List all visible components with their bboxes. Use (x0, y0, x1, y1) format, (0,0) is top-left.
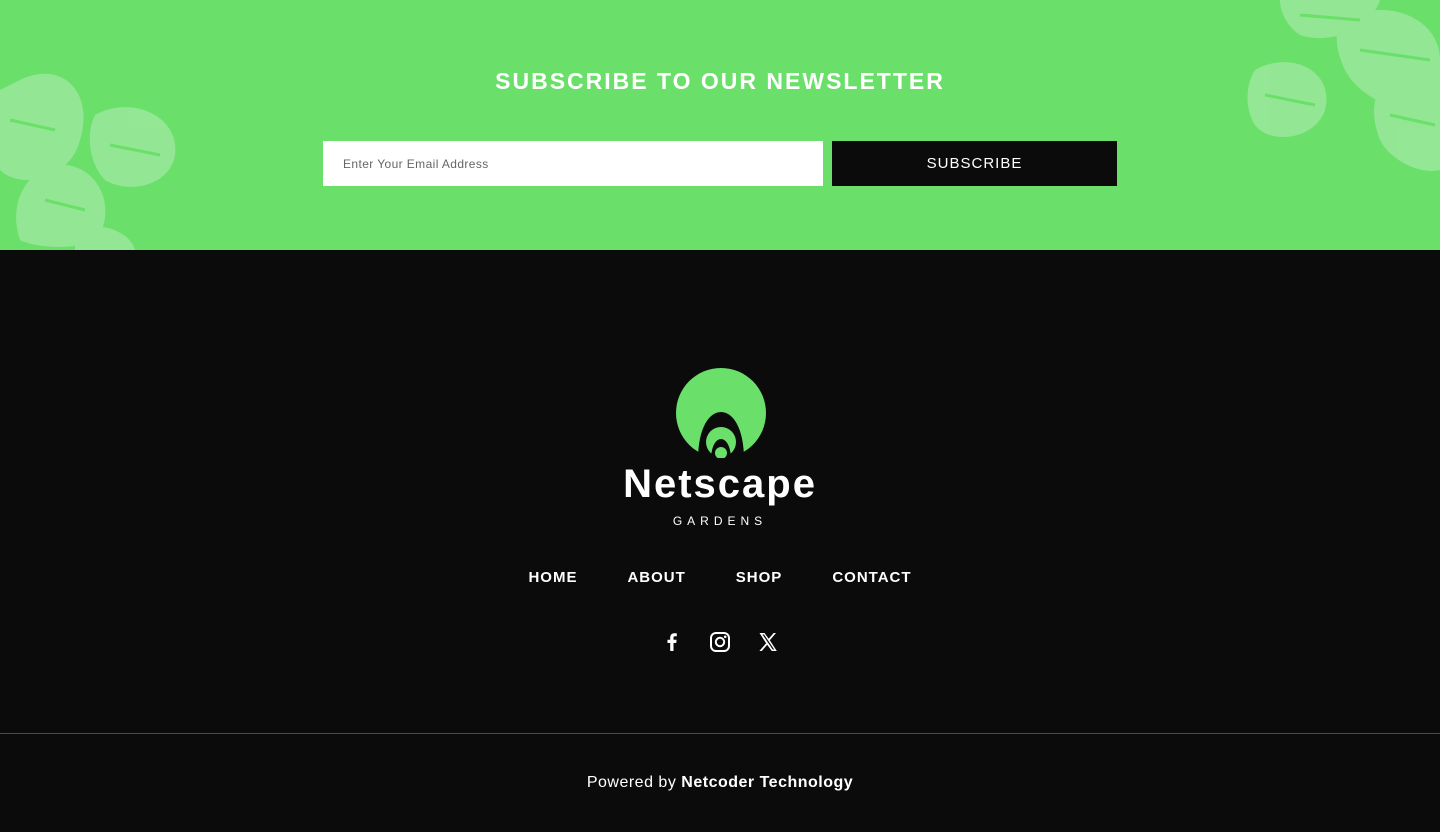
instagram-icon[interactable] (708, 630, 732, 654)
logo-name: Netscape (623, 462, 817, 506)
subscribe-button[interactable]: SUBSCRIBE (832, 141, 1117, 186)
facebook-icon[interactable] (660, 630, 684, 654)
footer-nav: HOME ABOUT SHOP CONTACT (0, 569, 1440, 586)
newsletter-title: SUBSCRIBE TO OUR NEWSLETTER (495, 68, 945, 94)
newsletter-section: SUBSCRIBE TO OUR NEWSLETTER SUBSCRIBE (0, 0, 1440, 250)
nav-item-shop[interactable]: SHOP (736, 569, 783, 586)
email-input[interactable] (323, 141, 823, 186)
social-links (0, 630, 1440, 654)
nav-item-home[interactable]: HOME (528, 569, 577, 586)
powered-by-brand-link[interactable]: Netcoder Technology (681, 774, 853, 791)
netscape-gardens-logo-icon[interactable] (675, 368, 767, 460)
logo-subtitle: GARDENS (672, 514, 768, 528)
x-icon[interactable] (756, 630, 780, 654)
footer: Netscape GARDENS HOME ABOUT SHOP CONTACT (0, 250, 1440, 832)
nav-item-about[interactable]: ABOUT (627, 569, 685, 586)
nav-item-contact[interactable]: CONTACT (832, 569, 911, 586)
powered-by-text: Powered by Netcoder Technology (0, 774, 1440, 792)
footer-divider (0, 733, 1440, 734)
powered-by-prefix: Powered by (586, 774, 677, 791)
